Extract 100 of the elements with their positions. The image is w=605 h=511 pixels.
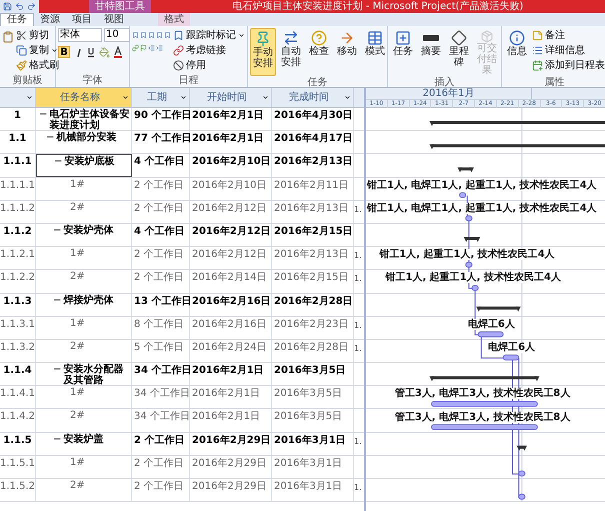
ribbon-button[interactable]: 里程碑	[446, 28, 472, 76]
column-header[interactable]: 工期	[132, 88, 190, 107]
collapse-toggle[interactable]: −	[53, 224, 62, 246]
font-name-dropdown[interactable]: 宋体	[58, 28, 102, 42]
table-cell: 2016年2月13日	[272, 200, 354, 223]
table-cell: 1.1.4.1	[0, 386, 36, 408]
group-label: 日程	[178, 74, 200, 87]
save-icon[interactable]	[3, 2, 12, 11]
ribbon-button[interactable]: 摘要	[418, 28, 444, 76]
bold-button[interactable]: B	[58, 46, 70, 58]
table-cell: 2016年2月10日	[190, 154, 272, 177]
task-bar	[465, 262, 472, 268]
table-cell: 1	[0, 108, 36, 130]
table-cell: 1.1	[0, 131, 36, 154]
window-title: 电石炉项目主体安装进度计划 - Microsoft Project(产品激活失败)	[232, 0, 524, 13]
table-cell[interactable]: − 安装炉盖	[36, 432, 132, 455]
collapse-toggle[interactable]: −	[53, 434, 62, 455]
collapse-toggle[interactable]: −	[53, 364, 62, 386]
table-cell: 2016年3月1日	[272, 456, 354, 478]
caret-icon	[238, 32, 245, 39]
ribbon-button[interactable]: 模式	[362, 28, 388, 76]
notes-button[interactable]: 备注	[532, 28, 605, 43]
table-cell: 4 个工作日	[132, 224, 190, 246]
ribbon-tab[interactable]: 任务	[0, 13, 34, 26]
table-cell[interactable]: 2#	[36, 270, 132, 292]
table-cell: 2016年2月12日	[190, 200, 272, 223]
collapse-toggle[interactable]: −	[54, 156, 62, 176]
table-cell[interactable]: 2#	[36, 409, 132, 432]
add-to-timeline-button[interactable]: 添加到日程表	[532, 58, 605, 73]
ribbon-button[interactable]: 自动安排	[278, 28, 304, 76]
redo-icon[interactable]	[27, 2, 36, 11]
table-cell: 2 个工作日	[132, 479, 190, 502]
indent-icon[interactable]	[156, 43, 163, 53]
format-painter-button[interactable]: 格式刷	[16, 58, 59, 73]
table-cell: 1.1.5.1	[0, 456, 36, 478]
table-cell[interactable]: − 安装炉壳体	[36, 224, 132, 246]
ribbon-button[interactable]: 手动安排	[250, 28, 276, 76]
track-button[interactable]: 跟踪时标记	[173, 28, 245, 43]
table-cell[interactable]: − 安装炉底板	[36, 154, 132, 177]
table-cell[interactable]: 2#	[36, 479, 132, 502]
table-cell: 2 个工作日	[132, 247, 190, 270]
respect-links-button[interactable]: 考虑链接	[173, 43, 245, 58]
table-cell[interactable]: − 安装水分配器及其管路	[36, 363, 132, 386]
task-name: 2#	[70, 340, 85, 354]
font-color-icon[interactable]	[113, 46, 123, 58]
details-button[interactable]: 详细信息	[532, 43, 605, 58]
ribbon-button[interactable]: 检查	[306, 28, 332, 76]
table-cell[interactable]: 2#	[36, 200, 132, 223]
table-cell: 1.1.4.2	[0, 409, 36, 432]
ribbon-button[interactable]: 任务	[390, 28, 416, 76]
caret-icon	[180, 94, 187, 101]
table-cell[interactable]: − 电石炉主体设备安装进度计划	[36, 108, 132, 130]
table-cell[interactable]: − 机械部分安装	[36, 131, 132, 154]
marker-icon	[173, 30, 184, 41]
ribbon-button[interactable]: 信息	[504, 28, 530, 76]
table-cell[interactable]: 1#	[36, 386, 132, 408]
link-icon[interactable]	[132, 43, 139, 53]
resource-label: 电焊工6人	[468, 318, 515, 330]
box-icon	[479, 30, 495, 43]
outdent-icon[interactable]	[148, 43, 155, 53]
table-cell[interactable]: − 焊接炉壳体	[36, 294, 132, 316]
table-cell: 2016年2月15日	[272, 270, 354, 292]
column-header[interactable]: 任务名称	[36, 88, 132, 107]
underline-icon[interactable]	[86, 46, 96, 58]
font-size-dropdown[interactable]: 10	[104, 28, 130, 42]
table-cell[interactable]: 1#	[36, 456, 132, 478]
paintbrush-icon	[16, 60, 27, 71]
column-header[interactable]: 开始时间	[190, 88, 272, 107]
table-cell: 2 个工作日	[132, 432, 190, 455]
cut-button[interactable]: 剪切	[16, 28, 59, 43]
table-cell[interactable]: 1#	[36, 247, 132, 270]
table-cell[interactable]: 1#	[36, 316, 132, 339]
summary-bar-icon	[423, 35, 439, 41]
ribbon-tab[interactable]: 视图	[98, 13, 130, 26]
flag-icon[interactable]	[140, 43, 147, 53]
copy-button[interactable]: 复制	[16, 43, 59, 58]
table-cell: 2016年2月13日	[272, 247, 354, 270]
table-cell: 2016年2月10日	[190, 178, 272, 200]
ban-icon	[173, 60, 184, 71]
collapse-toggle[interactable]: −	[53, 294, 62, 316]
list-icon	[532, 45, 543, 56]
ribbon-tab[interactable]: 格式	[158, 13, 190, 26]
table-cell: 2016年2月28日	[272, 340, 354, 362]
table-cell: 13 个工作日	[132, 294, 190, 316]
inactivate-button[interactable]: 停用	[173, 58, 245, 73]
ribbon-tab[interactable]: 资源	[34, 13, 66, 26]
ribbon-button[interactable]: 移动	[334, 28, 360, 76]
table-cell: 2016年2月24日	[190, 340, 272, 362]
fill-color-icon[interactable]	[99, 46, 110, 58]
column-header[interactable]: 完成时间	[272, 88, 354, 107]
table-cell[interactable]: 2#	[36, 340, 132, 362]
task-name: 安装水分配器及其管路	[63, 364, 124, 386]
undo-icon[interactable]	[15, 2, 24, 11]
collapse-toggle[interactable]: −	[46, 132, 54, 154]
collapse-toggle[interactable]: −	[39, 109, 48, 130]
note-icon	[532, 30, 543, 41]
table-cell[interactable]: 1#	[36, 178, 132, 200]
group-label: 任务	[306, 76, 328, 89]
resource-label: 钳工1人, 电焊工1人, 起重工1人, 技术性农民工4人	[367, 202, 597, 214]
ribbon-tab[interactable]: 项目	[66, 13, 98, 26]
